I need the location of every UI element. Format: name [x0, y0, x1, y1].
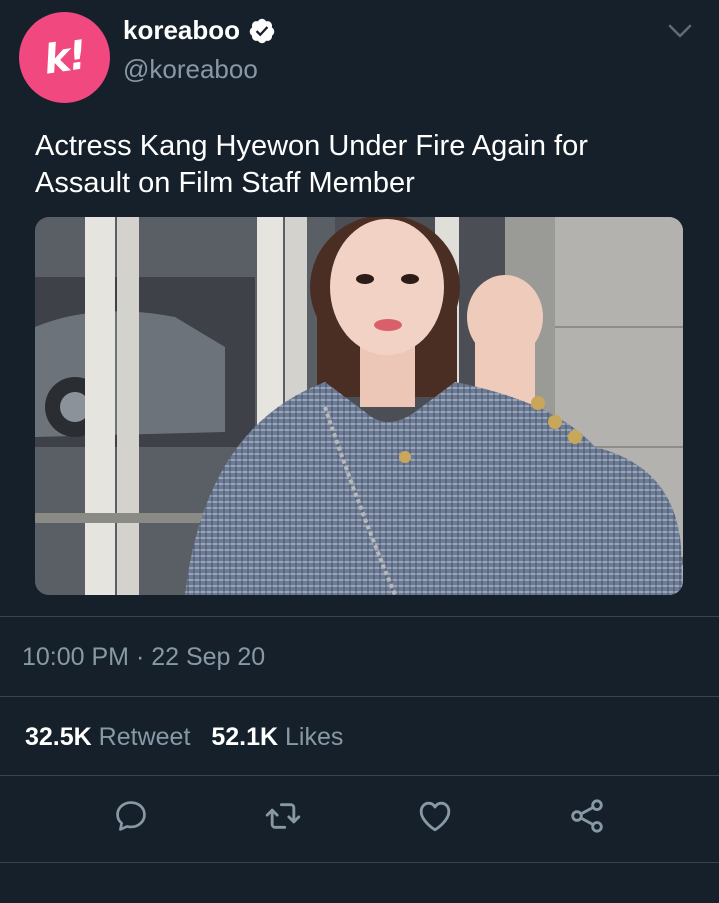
- avatar[interactable]: k!: [19, 12, 110, 103]
- divider: [0, 696, 719, 697]
- display-name-row[interactable]: koreaboo: [123, 15, 276, 46]
- handle[interactable]: @koreaboo: [123, 54, 258, 85]
- reply-icon: [116, 801, 146, 831]
- tweet-text-line: Actress Kang Hyewon Under Fire Again for: [35, 130, 588, 162]
- retweet-count[interactable]: 32.5K: [25, 723, 92, 751]
- tweet-photo[interactable]: [35, 217, 683, 595]
- divider: [0, 616, 719, 617]
- engagement-stats: 32.5K Retweet 52.1K Likes: [25, 723, 343, 752]
- reply-button[interactable]: [110, 795, 152, 837]
- retweet-button[interactable]: [262, 795, 304, 837]
- share-icon: [571, 799, 603, 833]
- like-button[interactable]: [414, 795, 456, 837]
- divider: [0, 775, 719, 776]
- verified-badge-icon: [249, 18, 275, 43]
- tweet-card: k! koreaboo @koreaboo Actress Kang Hyewo…: [0, 0, 719, 903]
- action-bar: [0, 795, 719, 845]
- divider: [0, 862, 719, 863]
- share-button[interactable]: [566, 795, 608, 837]
- koreaboo-logo: k!: [41, 31, 88, 84]
- retweet-label[interactable]: Retweet: [99, 723, 191, 751]
- like-label[interactable]: Likes: [285, 723, 343, 751]
- like-count[interactable]: 52.1K: [211, 723, 278, 751]
- timestamp[interactable]: 10:00 PM · 22 Sep 20: [22, 643, 265, 672]
- tweet-text: Actress Kang Hyewon Under Fire Again for…: [35, 128, 675, 202]
- tweet-text-line: Assault on Film Staff Member: [35, 167, 415, 199]
- photo-illustration: [35, 217, 683, 595]
- like-icon: [419, 801, 451, 832]
- retweet-icon: [265, 803, 301, 829]
- chevron-down-icon[interactable]: [667, 22, 693, 42]
- display-name[interactable]: koreaboo: [123, 15, 240, 46]
